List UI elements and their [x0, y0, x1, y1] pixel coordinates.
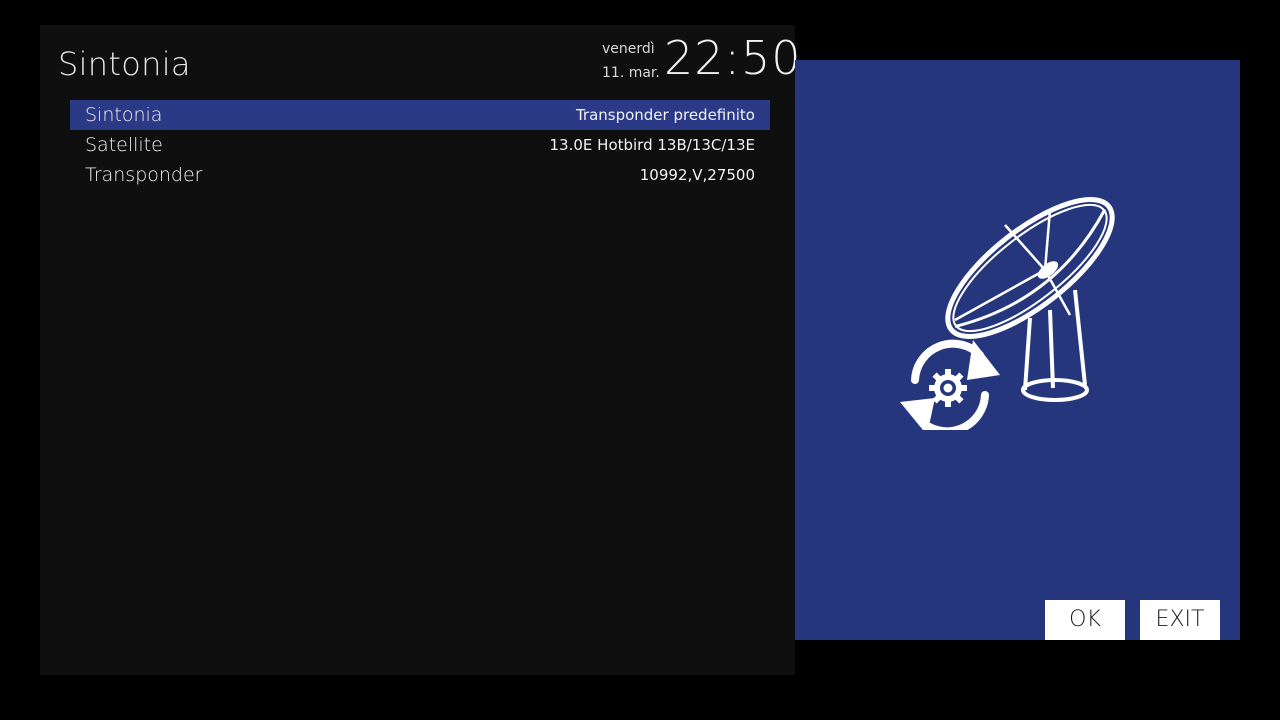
menu-item-label: Satellite: [85, 134, 163, 156]
page-title: Sintonia: [58, 45, 191, 83]
settings-menu: Sintonia Transponder predefinito Satelli…: [70, 100, 770, 190]
clock-time: 22:50: [664, 31, 802, 85]
ok-button[interactable]: OK: [1045, 600, 1125, 640]
menu-item-satellite[interactable]: Satellite 13.0E Hotbird 13B/13C/13E: [70, 130, 770, 160]
clock-date-text: 11. mar.: [602, 65, 660, 81]
menu-item-value: 10992,V,27500: [639, 166, 755, 184]
menu-item-value: Transponder predefinito: [575, 106, 755, 124]
clock-date: venerdì 11. mar.: [602, 37, 660, 85]
screen: Sintonia venerdì 11. mar. 22:50 Sintonia…: [0, 0, 1280, 720]
exit-button[interactable]: EXIT: [1140, 600, 1220, 640]
satellite-dish-scan-icon: [900, 197, 1115, 430]
clock-day: venerdì: [602, 41, 655, 57]
main-panel: Sintonia venerdì 11. mar. 22:50 Sintonia…: [40, 25, 801, 675]
menu-item-sintonia[interactable]: Sintonia Transponder predefinito: [70, 100, 770, 130]
menu-item-transponder[interactable]: Transponder 10992,V,27500: [70, 160, 770, 190]
menu-item-label: Transponder: [85, 164, 203, 186]
menu-item-value: 13.0E Hotbird 13B/13C/13E: [549, 136, 755, 154]
side-panel: OK EXIT: [795, 60, 1240, 640]
menu-item-label: Sintonia: [85, 104, 163, 126]
